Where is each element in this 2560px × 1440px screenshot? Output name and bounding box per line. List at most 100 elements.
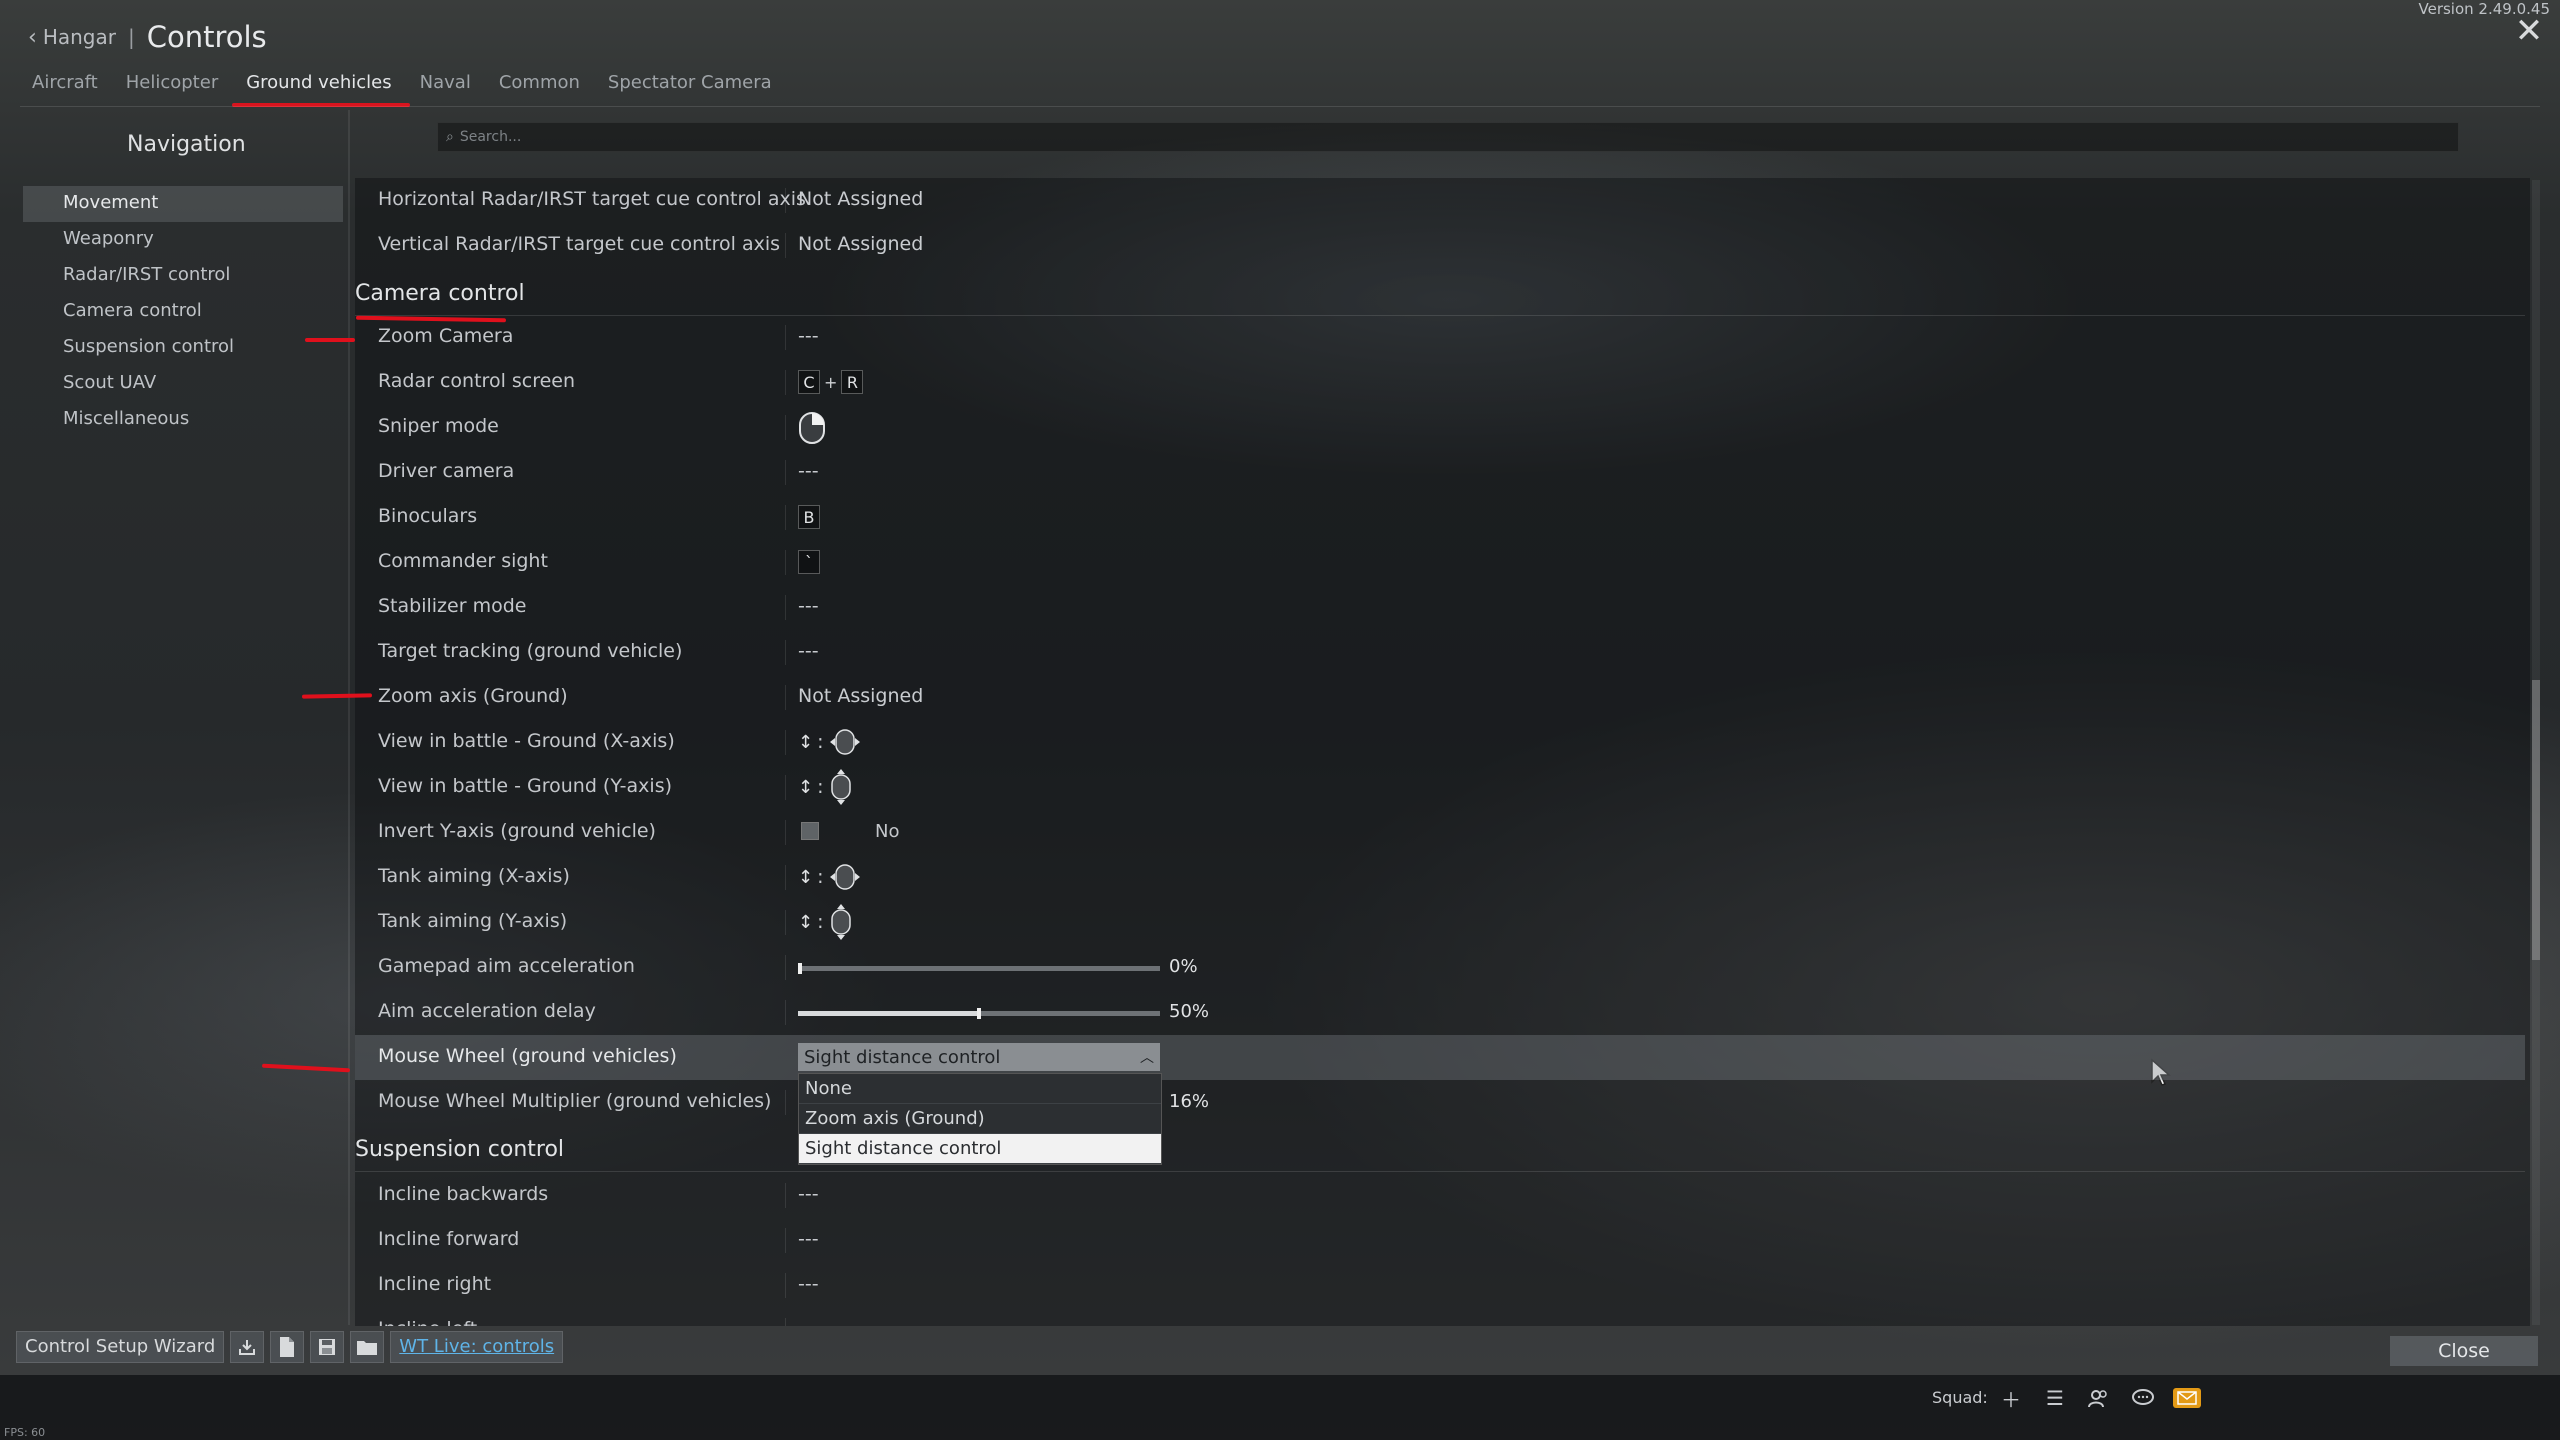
binding-value[interactable]: --- — [798, 595, 819, 617]
list-item[interactable]: View in battle - Ground (Y-axis) ↕: — [355, 765, 2525, 810]
binding-value[interactable]: ↕: — [798, 904, 854, 940]
chat-icon[interactable] — [2129, 1385, 2157, 1411]
search-box[interactable]: ⌕ — [437, 122, 2459, 152]
axis-colon: : — [817, 911, 824, 933]
invert-y-checkbox[interactable] — [801, 822, 819, 840]
title-separator: | — [127, 25, 135, 49]
list-item[interactable]: Zoom axis (Ground) Not Assigned — [355, 675, 2525, 720]
control-label: Gamepad aim acceleration — [378, 955, 635, 977]
nav-item-movement[interactable]: Movement — [23, 186, 343, 222]
list-item[interactable]: Incline right --- — [355, 1263, 2525, 1308]
binding-value[interactable]: ` — [798, 550, 820, 574]
list-item[interactable]: Horizontal Radar/IRST target cue control… — [355, 178, 2525, 223]
binding-value[interactable]: ↕: — [798, 728, 862, 756]
binding-value[interactable]: Not Assigned — [798, 233, 923, 255]
gamepad-accel-slider[interactable] — [798, 963, 1160, 974]
axis-colon: : — [817, 776, 824, 798]
nav-item-suspension-control[interactable]: Suspension control — [23, 330, 343, 366]
tab-spectator-camera[interactable]: Spectator Camera — [608, 70, 786, 105]
scrollbar-thumb[interactable] — [2532, 680, 2540, 960]
tab-ground-vehicles[interactable]: Ground vehicles — [232, 70, 411, 107]
list-item[interactable]: Radar control screen C + R — [355, 360, 2525, 405]
squad-label: Squad: — [1932, 1388, 1988, 1407]
list-item[interactable]: View in battle - Ground (X-axis) ↕: — [355, 720, 2525, 765]
binding-value[interactable]: Not Assigned — [798, 685, 923, 707]
list-item[interactable]: Target tracking (ground vehicle) --- — [355, 630, 2525, 675]
mail-icon[interactable] — [2173, 1388, 2201, 1408]
list-item[interactable]: Gamepad aim acceleration 0% — [355, 945, 2525, 990]
list-item[interactable]: Incline backwards --- — [355, 1173, 2525, 1218]
nav-item-weaponry[interactable]: Weaponry — [23, 222, 343, 258]
list-item[interactable]: Stabilizer mode --- — [355, 585, 2525, 630]
list-item[interactable]: Tank aiming (Y-axis) ↕: — [355, 900, 2525, 945]
tab-common[interactable]: Common — [499, 70, 594, 105]
list-item[interactable]: Tank aiming (X-axis) ↕: — [355, 855, 2525, 900]
column-separator — [785, 1183, 786, 1208]
search-input[interactable] — [457, 128, 2362, 146]
list-item[interactable]: Mouse Wheel Multiplier (ground vehicles)… — [355, 1080, 2525, 1125]
list-item[interactable]: Incline forward --- — [355, 1218, 2525, 1263]
nav-item-camera-control[interactable]: Camera control — [23, 294, 343, 330]
list-item[interactable]: Zoom Camera --- — [355, 315, 2525, 360]
tab-aircraft[interactable]: Aircraft — [32, 70, 112, 105]
add-squad-icon[interactable]: ＋ — [1997, 1385, 2025, 1412]
control-label: Invert Y-axis (ground vehicle) — [378, 820, 656, 842]
binding-value[interactable]: --- — [798, 1183, 819, 1205]
mouse-x-axis-icon — [829, 864, 860, 890]
binding-value[interactable]: --- — [798, 1228, 819, 1250]
nav-item-scout-uav[interactable]: Scout UAV — [23, 366, 343, 402]
binding-value[interactable]: ↕: — [798, 863, 862, 891]
binding-value[interactable]: --- — [798, 460, 819, 482]
binding-value[interactable]: --- — [798, 325, 819, 347]
close-icon[interactable]: ✕ — [2512, 14, 2546, 48]
nav-item-miscellaneous[interactable]: Miscellaneous — [23, 402, 343, 438]
binding-value[interactable]: ↕: — [798, 769, 854, 805]
list-item[interactable]: Sniper mode — [355, 405, 2525, 450]
open-folder-icon[interactable] — [350, 1331, 385, 1363]
list-item[interactable]: Driver camera --- — [355, 450, 2525, 495]
wt-live-controls-link[interactable]: WT Live: controls — [390, 1331, 564, 1363]
tab-naval[interactable]: Naval — [420, 70, 485, 105]
list-item[interactable]: Invert Y-axis (ground vehicle) No — [355, 810, 2525, 855]
binding-value[interactable] — [798, 411, 826, 445]
binding-value[interactable]: Not Assigned — [798, 188, 923, 210]
list-icon[interactable]: ☰ — [2041, 1385, 2069, 1411]
list-item-mouse-wheel[interactable]: Mouse Wheel (ground vehicles) Sight dist… — [355, 1035, 2525, 1165]
control-label: Vertical Radar/IRST target cue control a… — [378, 233, 781, 255]
squad-icons: ＋ ☰ — [1997, 1385, 2201, 1412]
dropdown-option-zoom-axis[interactable]: Zoom axis (Ground) — [799, 1104, 1161, 1134]
save-icon[interactable] — [310, 1331, 345, 1363]
import-icon[interactable] — [230, 1331, 265, 1363]
binding-value[interactable]: --- — [798, 1318, 819, 1326]
dropdown-option-none[interactable]: None — [799, 1074, 1161, 1104]
red-annotation-mark — [305, 338, 355, 342]
control-setup-wizard-button[interactable]: Control Setup Wizard — [16, 1331, 225, 1363]
list-item[interactable]: Commander sight ` — [355, 540, 2525, 585]
contacts-icon[interactable] — [2085, 1385, 2113, 1411]
binding-value[interactable]: B — [798, 505, 820, 529]
mouse-wheel-dropdown[interactable]: Sight distance control ︿ — [798, 1043, 1160, 1071]
back-to-hangar[interactable]: ‹ Hangar | Controls — [28, 20, 267, 54]
binding-value[interactable]: --- — [798, 640, 819, 662]
control-label: Aim acceleration delay — [378, 1000, 596, 1022]
tab-helicopter[interactable]: Helicopter — [126, 70, 232, 105]
list-item[interactable]: Incline left --- — [355, 1308, 2525, 1326]
aim-delay-slider[interactable] — [798, 1008, 1160, 1019]
dropdown-option-sight-distance[interactable]: Sight distance control — [799, 1134, 1161, 1164]
tabs-divider — [20, 106, 2540, 107]
binding-value[interactable]: --- — [798, 1273, 819, 1295]
slider-handle[interactable] — [798, 963, 802, 974]
axis-arrows-icon: ↕ — [798, 776, 814, 798]
binding-value[interactable]: C + R — [798, 370, 864, 394]
nav-item-radar-irst[interactable]: Radar/IRST control — [23, 258, 343, 294]
list-item[interactable]: Aim acceleration delay 50% — [355, 990, 2525, 1035]
nav-list: Movement Weaponry Radar/IRST control Cam… — [23, 186, 343, 438]
new-file-icon[interactable] — [270, 1331, 305, 1363]
control-label: Incline right — [378, 1273, 492, 1295]
control-label: Binoculars — [378, 505, 478, 527]
list-item[interactable]: Binoculars B — [355, 495, 2525, 540]
close-button[interactable]: Close — [2390, 1336, 2538, 1366]
scrollbar[interactable] — [2532, 180, 2540, 1325]
list-item[interactable]: Vertical Radar/IRST target cue control a… — [355, 223, 2525, 268]
slider-handle[interactable] — [977, 1008, 981, 1019]
